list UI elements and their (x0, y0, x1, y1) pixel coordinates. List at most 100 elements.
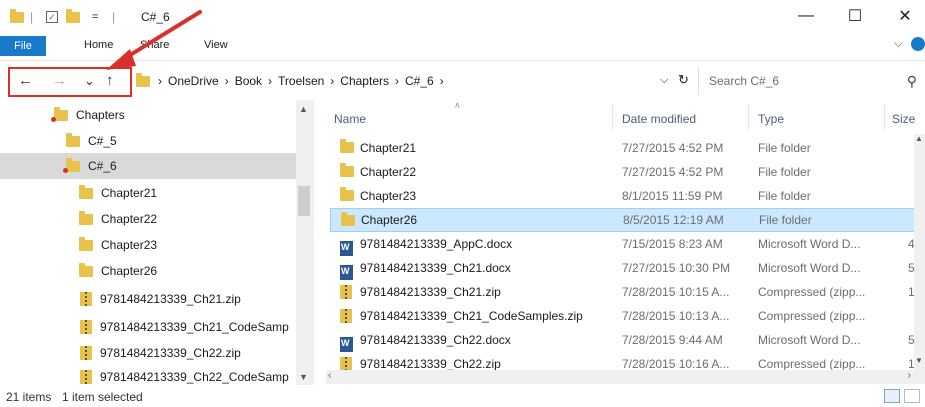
file-type: Microsoft Word D... (758, 261, 861, 275)
close-button[interactable]: ✕ (891, 4, 919, 28)
scroll-right-icon[interactable]: › (908, 370, 911, 381)
file-date: 7/28/2015 10:16 A... (622, 357, 730, 371)
horizontal-scrollbar[interactable]: ‹ › (326, 370, 925, 384)
tree-item-csharp6[interactable]: C#_6 (0, 153, 305, 179)
folder-icon (66, 132, 80, 147)
tree-item-csharp5[interactable]: C#_5 (0, 128, 305, 154)
details-view-icon[interactable] (884, 389, 900, 403)
breadcrumb-chapters[interactable]: Chapters (340, 74, 389, 88)
selection-count: 1 item selected (62, 390, 143, 404)
tab-file[interactable]: File (0, 36, 46, 56)
file-name: Chapter23 (360, 189, 417, 203)
breadcrumb-sep[interactable]: › (440, 74, 444, 88)
column-divider[interactable] (884, 104, 885, 130)
column-header: ∧ Name Date modified Type Size (326, 100, 925, 134)
search-input[interactable]: Search C#_6 ⚲ (698, 67, 925, 95)
column-date-modified[interactable]: Date modified (622, 112, 696, 126)
large-icons-view-icon[interactable] (904, 389, 920, 403)
folder-icon (340, 139, 354, 153)
zip-icon (340, 357, 352, 371)
customize-qa-dropdown[interactable]: = (92, 9, 98, 25)
help-icon[interactable] (911, 37, 925, 51)
search-icon[interactable]: ⚲ (907, 73, 917, 90)
file-date: 7/28/2015 10:15 A... (622, 285, 730, 299)
file-row[interactable]: 9781484213339_Ch21.docx 7/27/2015 10:30 … (330, 256, 916, 280)
file-row[interactable]: 9781484213339_Ch22.docx 7/28/2015 9:44 A… (330, 328, 916, 352)
file-row[interactable]: 9781484213339_AppC.docx 7/15/2015 8:23 A… (330, 232, 916, 256)
column-divider[interactable] (612, 104, 613, 130)
file-row[interactable]: Chapter21 7/27/2015 4:52 PM File folder (330, 136, 916, 160)
file-date: 7/27/2015 4:52 PM (622, 141, 724, 155)
column-type[interactable]: Type (758, 112, 784, 126)
breadcrumb-sep[interactable]: › (330, 74, 334, 88)
zip-icon (80, 320, 92, 334)
tree-item-ch21-codesamples[interactable]: 9781484213339_Ch21_CodeSamp (0, 314, 305, 340)
folder-icon (340, 163, 354, 177)
zip-icon (340, 285, 352, 299)
file-name: Chapter26 (361, 213, 418, 227)
tree-item-ch22-zip[interactable]: 9781484213339_Ch22.zip (0, 340, 305, 366)
folder-icon (341, 212, 355, 226)
breadcrumb-sep[interactable]: › (268, 74, 272, 88)
file-row-selected[interactable]: Chapter26 8/5/2015 12:19 AM File folder (330, 208, 916, 232)
file-date: 7/15/2015 8:23 AM (622, 237, 723, 251)
column-size[interactable]: Size (892, 112, 915, 126)
word-document-icon (340, 240, 353, 256)
tree-item-chapter23[interactable]: Chapter23 (0, 232, 305, 258)
folder-icon (63, 157, 80, 173)
column-name[interactable]: Name (334, 112, 366, 126)
tree-item-ch21-zip[interactable]: 9781484213339_Ch21.zip (0, 286, 305, 312)
minimize-button[interactable]: — (792, 4, 820, 28)
tree-item-label: Chapter22 (101, 212, 158, 226)
back-button[interactable]: ← (18, 72, 33, 89)
tree-item-label: C#_5 (88, 134, 117, 148)
expand-ribbon-icon[interactable]: ⌵ (894, 36, 903, 51)
maximize-button[interactable]: ☐ (841, 4, 869, 28)
new-folder-icon[interactable] (66, 8, 80, 25)
file-name: 9781484213339_Ch22.docx (360, 333, 511, 347)
folder-icon (79, 236, 93, 251)
forward-button[interactable]: → (52, 72, 67, 89)
nav-scrollbar[interactable] (296, 100, 314, 385)
refresh-icon[interactable]: ↻ (678, 72, 689, 88)
breadcrumb-sep[interactable]: › (395, 74, 399, 88)
scroll-up-icon[interactable]: ▲ (299, 104, 308, 114)
file-name: 9781484213339_Ch21.docx (360, 261, 511, 275)
folder-icon (340, 187, 354, 201)
address-folder-icon (136, 73, 150, 90)
file-date: 7/28/2015 10:13 A... (622, 309, 730, 323)
scroll-down-icon[interactable]: ▼ (915, 356, 923, 365)
breadcrumb-csharp6[interactable]: C#_6 (405, 74, 434, 88)
breadcrumb-sep[interactable]: › (158, 74, 162, 88)
file-row[interactable]: 9781484213339_Ch21.zip 7/28/2015 10:15 A… (330, 280, 916, 304)
file-name: 9781484213339_Ch21.zip (360, 285, 501, 299)
scroll-down-icon[interactable]: ▼ (299, 372, 308, 382)
tree-item-chapter21[interactable]: Chapter21 (0, 180, 305, 206)
nav-scrollbar-thumb[interactable] (298, 186, 310, 216)
tree-item-chapter26[interactable]: Chapter26 (0, 258, 305, 284)
tree-item-ch22-codesamples[interactable]: 9781484213339_Ch22_CodeSamp (0, 364, 305, 385)
tree-item-label: 9781484213339_Ch22.zip (100, 346, 241, 360)
file-row[interactable]: 9781484213339_Ch21_CodeSamples.zip 7/28/… (330, 304, 916, 328)
file-list-scrollbar[interactable] (914, 134, 925, 370)
breadcrumb-onedrive[interactable]: OneDrive (168, 74, 219, 88)
address-dropdown-icon[interactable]: ⌵ (660, 74, 668, 87)
file-type: Microsoft Word D... (758, 333, 861, 347)
zip-icon (340, 309, 352, 323)
file-date: 7/28/2015 9:44 AM (622, 333, 723, 347)
breadcrumb-sep[interactable]: › (225, 74, 229, 88)
tree-item-chapter22[interactable]: Chapter22 (0, 206, 305, 232)
column-divider[interactable] (748, 104, 749, 130)
breadcrumb-troelsen[interactable]: Troelsen (278, 74, 324, 88)
file-name: Chapter21 (360, 141, 417, 155)
recent-locations-button[interactable]: ⌄ (84, 73, 95, 89)
tree-item-chapters[interactable]: Chapters (0, 102, 305, 128)
scroll-left-icon[interactable]: ‹ (328, 370, 331, 381)
breadcrumb[interactable]: › OneDrive › Book › Troelsen › Chapters … (158, 74, 450, 88)
file-row[interactable]: Chapter23 8/1/2015 11:59 PM File folder (330, 184, 916, 208)
folder-icon (51, 106, 68, 122)
breadcrumb-book[interactable]: Book (235, 74, 262, 88)
file-row[interactable]: Chapter22 7/27/2015 4:52 PM File folder (330, 160, 916, 184)
properties-icon[interactable]: ✓ (46, 9, 58, 25)
scroll-up-icon[interactable]: ▲ (915, 134, 923, 143)
